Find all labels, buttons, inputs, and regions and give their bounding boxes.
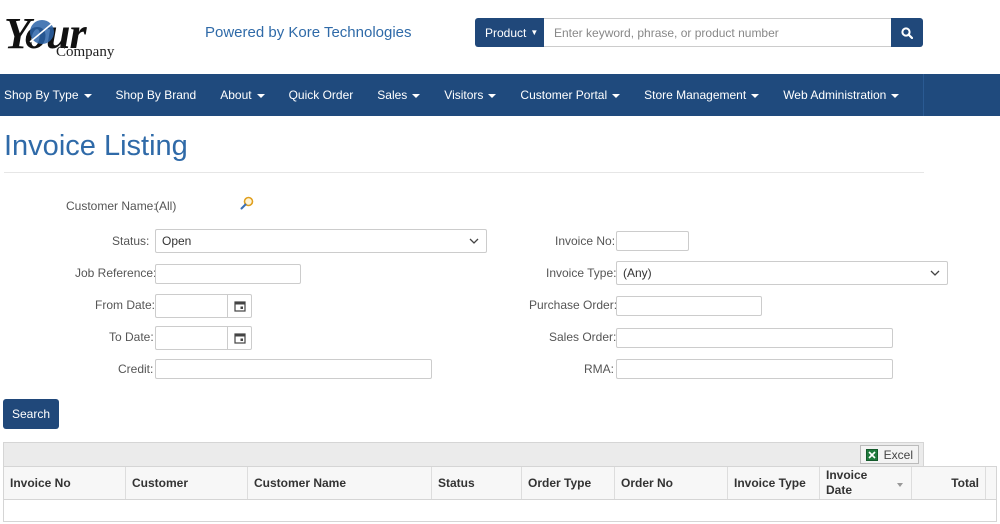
- logo-subtext: Company: [56, 44, 115, 60]
- nav-item-label: Web Administration: [783, 88, 887, 102]
- chevron-down-icon: [930, 270, 940, 276]
- excel-export-button[interactable]: Excel: [859, 445, 919, 464]
- to-date-calendar-button[interactable]: [227, 327, 251, 349]
- grid-body: [3, 500, 997, 522]
- job-reference-field[interactable]: [155, 264, 301, 284]
- nav-item-label: Shop By Brand: [115, 88, 197, 102]
- title-divider: [4, 172, 924, 173]
- column-header-order-no[interactable]: Order No: [615, 467, 728, 499]
- nav-item-label: About: [220, 88, 252, 102]
- nav-item-visitors[interactable]: Visitors: [432, 88, 508, 102]
- search-input[interactable]: [544, 18, 891, 47]
- nav-item-label: Shop By Type: [4, 88, 79, 102]
- caret-down-icon: [612, 93, 621, 98]
- nav-item-quick-order[interactable]: Quick Order: [277, 88, 366, 102]
- invoice-date-header-label: Invoice Date: [826, 468, 868, 497]
- to-date-label: To Date:: [109, 330, 154, 344]
- nav-item-about[interactable]: About: [208, 88, 276, 102]
- globe-icon: [29, 20, 55, 44]
- nav-item-web-administration[interactable]: Web Administration: [771, 88, 911, 102]
- search-icon: [901, 26, 913, 39]
- customer-lookup-icon[interactable]: [240, 196, 254, 210]
- page-title: Invoice Listing: [4, 130, 188, 162]
- purchase-order-field[interactable]: [616, 296, 762, 316]
- grid-header: Invoice No Customer Customer Name Status…: [3, 466, 997, 500]
- column-header-invoice-no[interactable]: Invoice No: [4, 467, 126, 499]
- invoice-type-select-value: (Any): [623, 266, 652, 280]
- search-button[interactable]: Search: [3, 399, 59, 429]
- nav-item-label: Store Management: [644, 88, 747, 102]
- excel-label: Excel: [883, 447, 913, 462]
- excel-icon: [865, 448, 878, 461]
- from-date-calendar-button[interactable]: [227, 295, 251, 317]
- calendar-icon: [233, 301, 246, 312]
- caret-down-icon: [256, 93, 265, 98]
- chevron-down-icon: [469, 238, 479, 244]
- main-nav: Shop By Type Shop By Brand About Quick Orde…: [0, 74, 1000, 116]
- status-label: Status:: [112, 234, 150, 248]
- nav-right-section: [923, 74, 1000, 116]
- column-header-order-type[interactable]: Order Type: [522, 467, 615, 499]
- nav-item-label: Customer Portal: [520, 88, 608, 102]
- from-date-label: From Date:: [95, 298, 156, 312]
- from-date-field[interactable]: [155, 294, 252, 318]
- invoice-type-select[interactable]: (Any): [616, 261, 948, 285]
- status-select-value: Open: [162, 234, 192, 248]
- company-logo[interactable]: Your Company: [4, 9, 124, 62]
- nav-item-label: Sales: [377, 88, 408, 102]
- column-header-customer-name[interactable]: Customer Name: [248, 467, 432, 499]
- job-reference-label: Job Reference:: [75, 266, 157, 280]
- caret-down-icon: [751, 93, 760, 98]
- status-select[interactable]: Open: [155, 229, 487, 253]
- column-header-invoice-date[interactable]: Invoice Date: [820, 467, 912, 499]
- calendar-icon: [233, 333, 246, 344]
- nav-item-label: Visitors: [444, 88, 484, 102]
- sales-order-field[interactable]: [616, 328, 893, 348]
- search-type-label: Product: [485, 25, 527, 40]
- column-header-customer[interactable]: Customer: [126, 467, 248, 499]
- column-header-status[interactable]: Status: [432, 467, 522, 499]
- nav-item-customer-portal[interactable]: Customer Portal: [508, 88, 632, 102]
- caret-down-icon: [488, 93, 497, 98]
- search-type-dropdown[interactable]: Product ▼: [475, 18, 544, 47]
- caret-down-icon: [412, 93, 421, 98]
- invoice-type-label: Invoice Type:: [546, 266, 617, 280]
- credit-label: Credit:: [118, 362, 154, 376]
- purchase-order-label: Purchase Order:: [529, 298, 618, 312]
- rma-field[interactable]: [616, 359, 893, 379]
- caret-down-icon: [83, 93, 92, 98]
- column-header-invoice-type[interactable]: Invoice Type: [728, 467, 820, 499]
- rma-label: RMA:: [584, 362, 614, 376]
- nav-item-shop-by-type[interactable]: Shop By Type: [0, 88, 104, 102]
- invoice-no-field[interactable]: [616, 231, 689, 251]
- search-submit-button[interactable]: [891, 18, 923, 47]
- nav-item-sales[interactable]: Sales: [365, 88, 432, 102]
- column-header-total[interactable]: Total: [912, 467, 986, 499]
- grid-toolbar: Excel: [3, 442, 924, 466]
- customer-name-value: (All): [155, 199, 177, 213]
- site-search: Product ▼: [475, 18, 923, 47]
- caret-down-icon: ▼: [530, 28, 539, 37]
- credit-field[interactable]: [155, 359, 432, 379]
- sort-icon: [897, 483, 903, 487]
- invoice-no-label: Invoice No:: [555, 234, 616, 248]
- sales-order-label: Sales Order:: [549, 330, 617, 344]
- nav-item-shop-by-brand[interactable]: Shop By Brand: [104, 88, 209, 102]
- to-date-field[interactable]: [155, 326, 252, 350]
- nav-item-label: Quick Order: [288, 88, 354, 102]
- powered-by-text: Powered by Kore Technologies: [205, 24, 412, 41]
- nav-item-store-management[interactable]: Store Management: [632, 88, 771, 102]
- caret-down-icon: [891, 93, 900, 98]
- customer-name-label: Customer Name:: [66, 199, 157, 213]
